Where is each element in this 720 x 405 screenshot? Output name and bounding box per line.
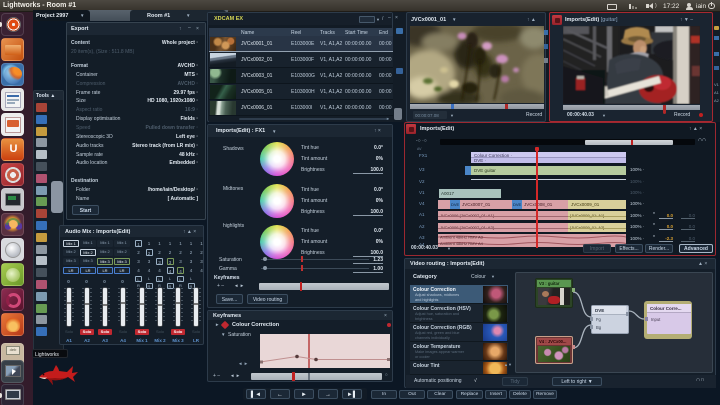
svg-text:Ambient 48kHz RMV A3: Ambient 48kHz RMV A3 (440, 235, 484, 240)
